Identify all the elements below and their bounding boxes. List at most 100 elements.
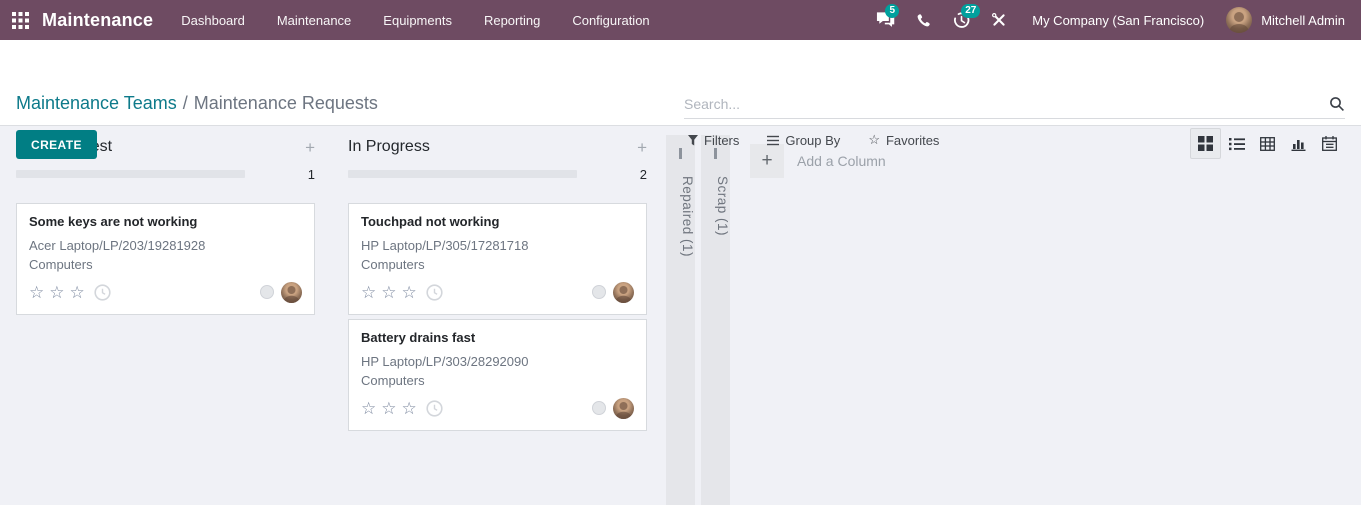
apps-menu-button[interactable] xyxy=(0,0,40,40)
card-equipment: HP Laptop/LP/303/28292090 xyxy=(361,354,529,369)
tools-button[interactable] xyxy=(980,0,1018,40)
quick-create-icon[interactable]: + xyxy=(305,139,315,156)
progress-bar[interactable] xyxy=(16,170,245,178)
card-title: Battery drains fast xyxy=(361,330,476,345)
kanban-view: New Request + 1 Some keys are not workin… xyxy=(0,126,1361,505)
activity-clock-icon[interactable] xyxy=(94,283,111,301)
star-icon[interactable]: ☆ xyxy=(361,284,376,301)
star-icon[interactable]: ☆ xyxy=(402,284,417,301)
star-icon[interactable]: ☆ xyxy=(402,400,417,417)
breadcrumb-separator: / xyxy=(182,93,188,113)
fold-indicator-icon xyxy=(679,148,682,159)
fold-indicator-icon xyxy=(714,148,717,159)
priority-stars: ☆ ☆ ☆ xyxy=(361,284,417,301)
kanban-card[interactable]: Battery drains fast HP Laptop/LP/303/282… xyxy=(348,319,647,431)
kanban-column-new-request: New Request + 1 Some keys are not workin… xyxy=(16,138,315,315)
assignee-avatar[interactable] xyxy=(281,281,302,303)
card-footer-right xyxy=(592,281,634,303)
menu-item-dashboard[interactable]: Dashboard xyxy=(165,0,261,40)
card-footer: ☆ ☆ ☆ xyxy=(29,281,302,303)
filters-dropdown[interactable]: Filters xyxy=(688,133,739,148)
activity-clock-icon[interactable] xyxy=(426,399,443,417)
column-record-count: 1 xyxy=(307,166,315,182)
add-column-button[interactable]: + xyxy=(750,144,784,178)
kanban-state-dot[interactable] xyxy=(260,285,274,299)
user-avatar xyxy=(1226,7,1253,33)
group-by-dropdown[interactable]: Group By xyxy=(767,133,840,148)
user-menu[interactable]: Mitchell Admin xyxy=(1222,7,1361,33)
quick-create-icon[interactable]: + xyxy=(637,139,647,156)
main-menu: Dashboard Maintenance Equipments Reporti… xyxy=(165,0,665,40)
menu-item-maintenance[interactable]: Maintenance xyxy=(261,0,367,40)
control-panel: Maintenance Teams/Maintenance Requests C… xyxy=(0,40,1361,159)
user-name: Mitchell Admin xyxy=(1261,12,1345,28)
menu-item-reporting[interactable]: Reporting xyxy=(468,0,556,40)
search-box xyxy=(684,89,1345,119)
kanban-card[interactable]: Some keys are not working Acer Laptop/LP… xyxy=(16,203,315,315)
add-column-label[interactable]: Add a Column xyxy=(797,153,886,169)
card-category: Computers xyxy=(361,373,425,388)
card-category: Computers xyxy=(361,257,425,272)
view-switcher xyxy=(1190,128,1345,159)
star-icon[interactable]: ☆ xyxy=(381,284,396,301)
collapsed-column-title: Repaired (1) xyxy=(680,176,695,258)
view-calendar-button[interactable] xyxy=(1314,128,1345,159)
card-equipment: HP Laptop/LP/305/17281718 xyxy=(361,238,529,253)
column-cards: Some keys are not working Acer Laptop/LP… xyxy=(16,203,315,315)
search-icon[interactable] xyxy=(1329,96,1345,112)
star-icon[interactable]: ☆ xyxy=(49,284,64,301)
messages-button[interactable]: 5 xyxy=(866,0,904,40)
star-icon[interactable]: ☆ xyxy=(70,284,85,301)
view-pivot-button[interactable] xyxy=(1252,128,1283,159)
star-icon[interactable]: ☆ xyxy=(361,400,376,417)
column-header: In Progress + xyxy=(348,138,647,156)
activity-clock-icon[interactable] xyxy=(426,283,443,301)
collapsed-column-scrap[interactable]: Scrap (1) xyxy=(701,135,730,505)
pivot-view-icon xyxy=(1260,136,1275,151)
favorites-dropdown[interactable]: ☆ Favorites xyxy=(868,132,939,148)
favorites-label: Favorites xyxy=(885,132,940,148)
group-by-bars-icon xyxy=(767,135,780,146)
priority-stars: ☆ ☆ ☆ xyxy=(361,400,417,417)
phone-icon xyxy=(916,13,931,28)
card-category: Computers xyxy=(29,257,93,272)
company-switcher[interactable]: My Company (San Francisco) xyxy=(1018,13,1222,28)
calendar-view-icon xyxy=(1322,136,1337,151)
navbar-systray: 5 27 My Company (San Francisco) Mitchell… xyxy=(866,0,1361,40)
breadcrumb-parent-link[interactable]: Maintenance Teams xyxy=(16,93,177,113)
collapsed-column-repaired[interactable]: Repaired (1) xyxy=(666,135,695,505)
top-navbar: Maintenance Dashboard Maintenance Equipm… xyxy=(0,0,1361,40)
app-title[interactable]: Maintenance xyxy=(42,10,153,31)
view-list-button[interactable] xyxy=(1221,128,1252,159)
search-input[interactable] xyxy=(684,95,1329,112)
kanban-state-dot[interactable] xyxy=(592,285,606,299)
column-progressbar: 2 xyxy=(348,166,647,182)
kanban-view-icon xyxy=(1198,136,1213,151)
column-title[interactable]: In Progress xyxy=(348,138,430,156)
messages-badge: 5 xyxy=(885,4,900,18)
star-icon[interactable]: ☆ xyxy=(381,400,396,417)
maintenance-app: Maintenance Dashboard Maintenance Equipm… xyxy=(0,0,1361,505)
view-graph-button[interactable] xyxy=(1283,128,1314,159)
menu-item-configuration[interactable]: Configuration xyxy=(556,0,665,40)
view-kanban-button[interactable] xyxy=(1190,128,1221,159)
assignee-avatar[interactable] xyxy=(613,397,634,419)
kanban-card[interactable]: Touchpad not working HP Laptop/LP/305/17… xyxy=(348,203,647,315)
collapsed-column-title: Scrap (1) xyxy=(715,176,730,237)
activities-button[interactable]: 27 xyxy=(942,0,981,40)
card-footer-right xyxy=(260,281,302,303)
star-icon[interactable]: ☆ xyxy=(29,284,44,301)
filters-label: Filters xyxy=(704,132,740,148)
kanban-state-dot[interactable] xyxy=(592,401,606,415)
progress-bar[interactable] xyxy=(348,170,577,178)
create-button[interactable]: CREATE xyxy=(16,130,97,159)
card-footer-right xyxy=(592,397,634,419)
graph-view-icon xyxy=(1291,137,1307,151)
card-equipment: Acer Laptop/LP/203/19281928 xyxy=(29,238,206,253)
kanban-column-in-progress: In Progress + 2 Touchpad not working HP … xyxy=(348,138,647,431)
group-by-label: Group By xyxy=(785,132,841,148)
card-footer: ☆ ☆ ☆ xyxy=(361,397,634,419)
assignee-avatar[interactable] xyxy=(613,281,634,303)
menu-item-equipments[interactable]: Equipments xyxy=(367,0,468,40)
calls-button[interactable] xyxy=(904,0,942,40)
